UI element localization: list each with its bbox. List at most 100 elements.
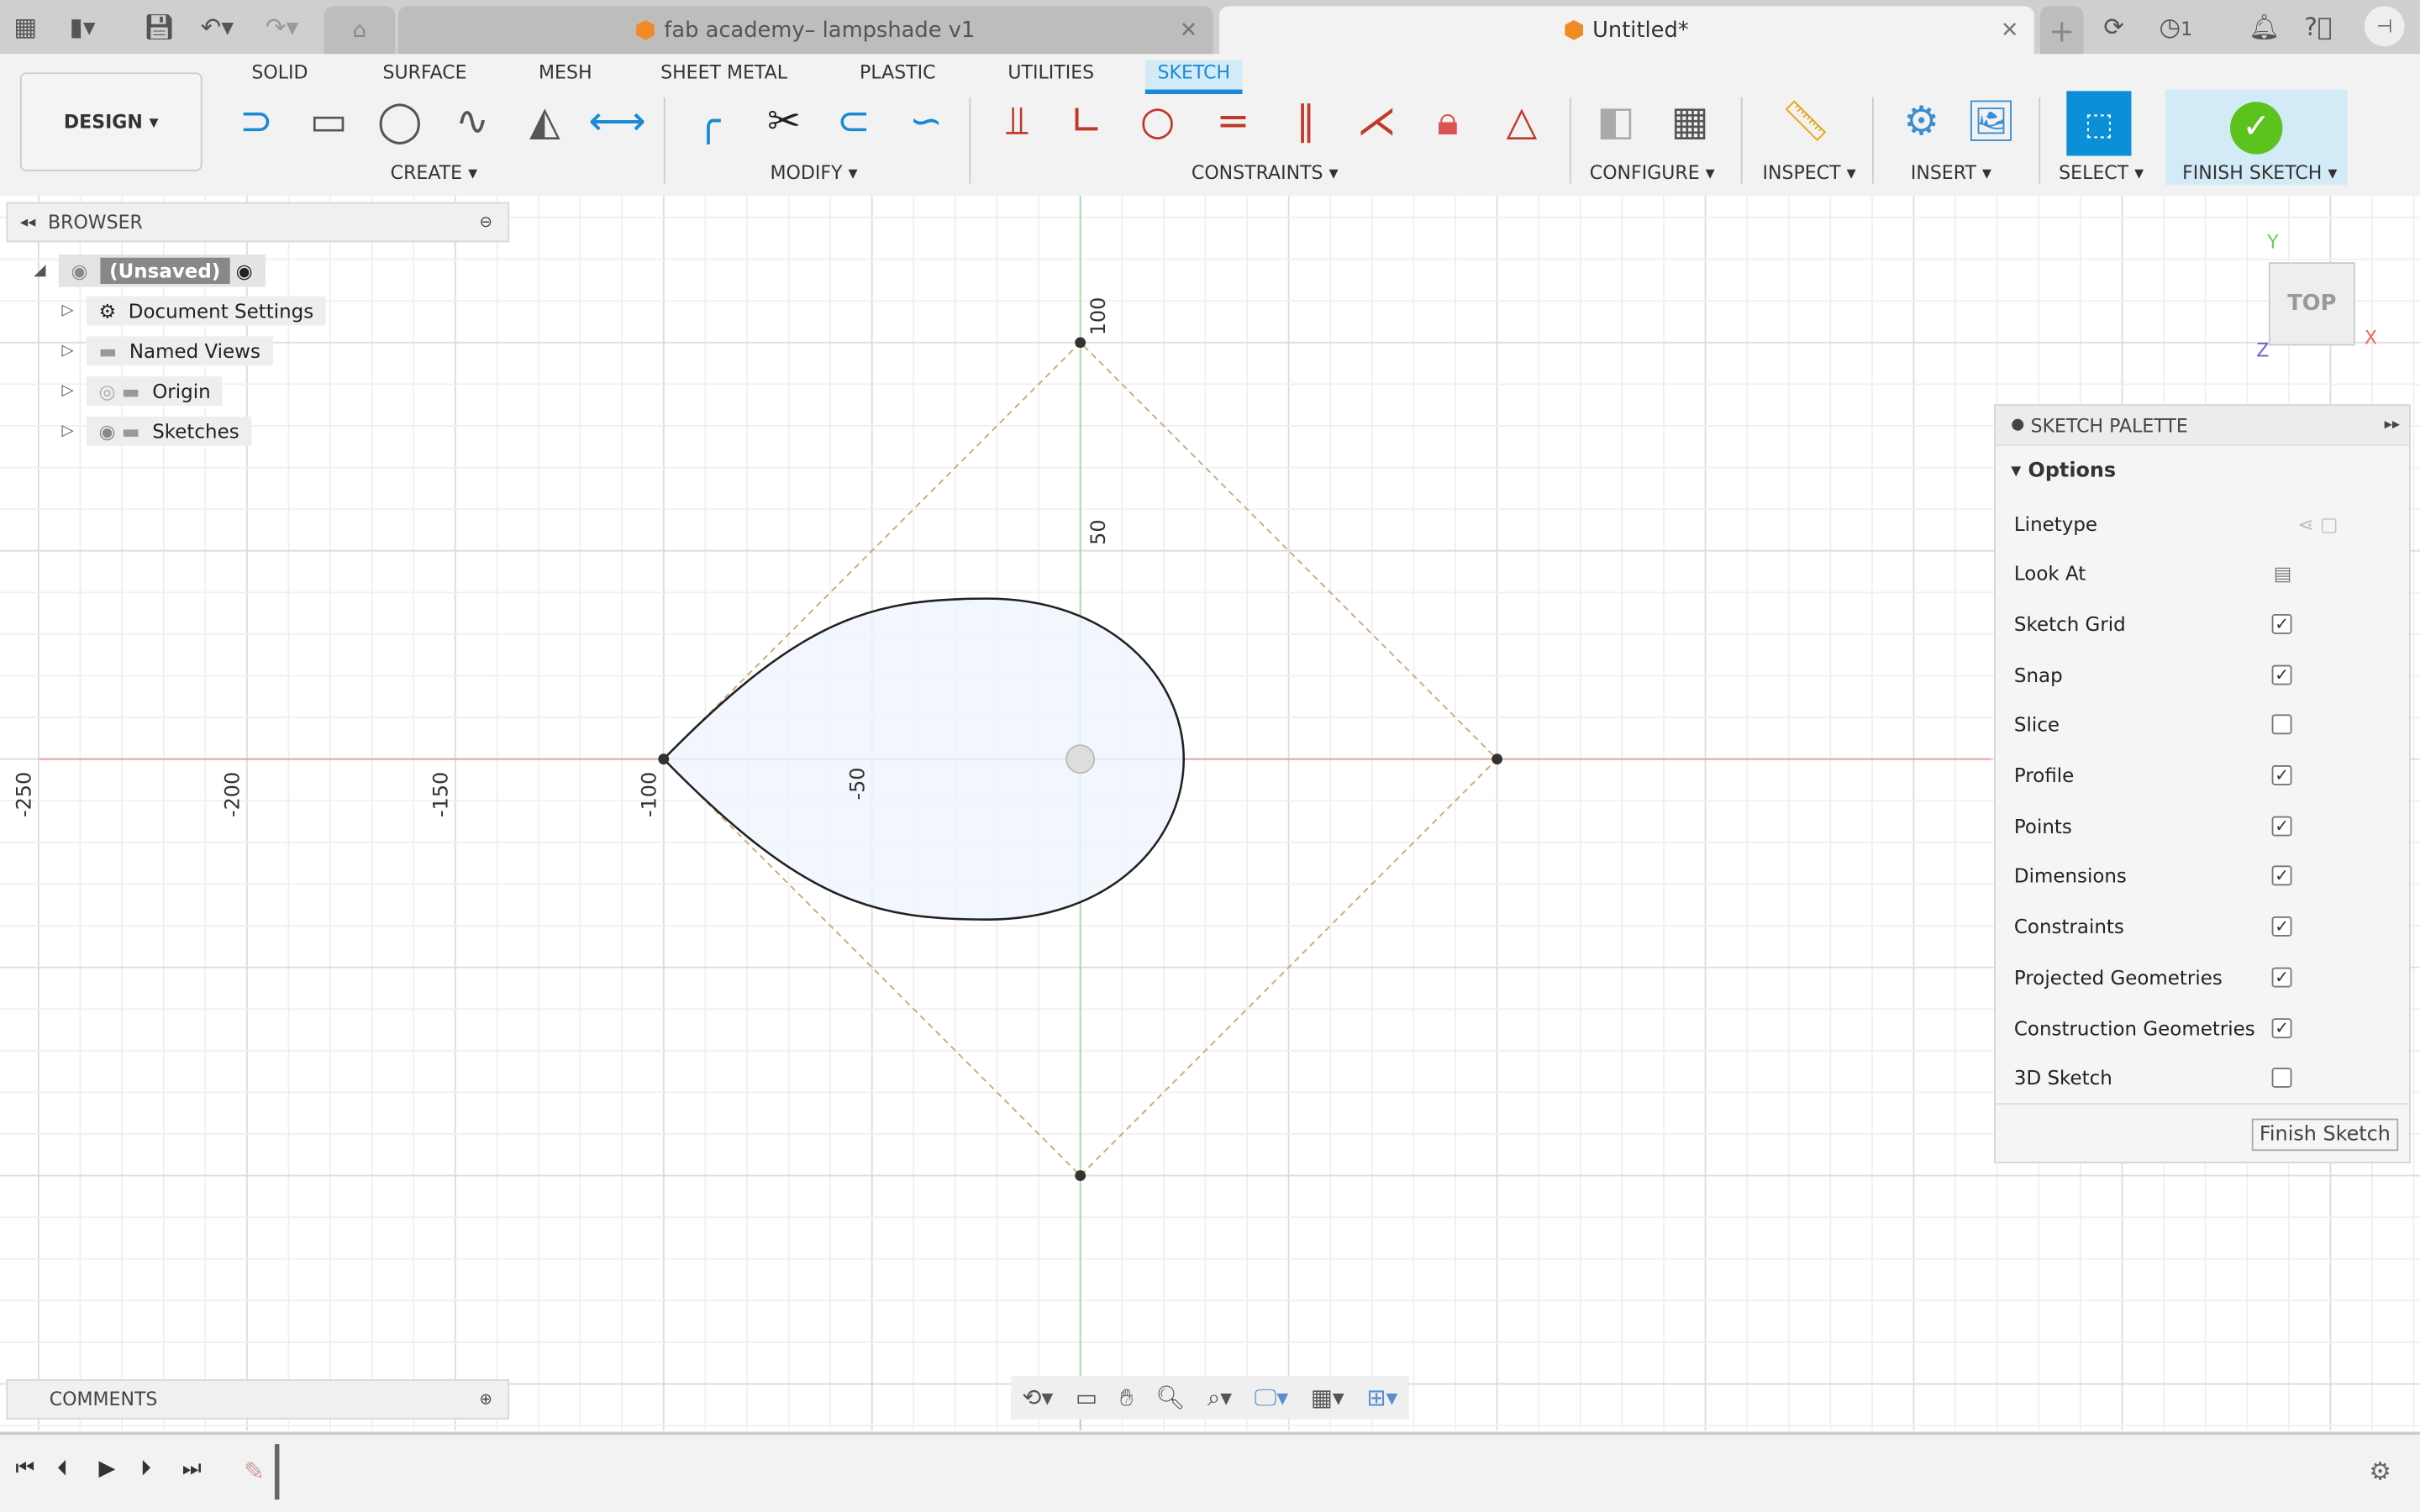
tab-surface[interactable]: SURFACE [383, 60, 467, 94]
insert-image-icon[interactable]: 🖼︎ [1963, 94, 2018, 150]
expand-panel-icon[interactable]: ▸▸ [2385, 417, 2400, 433]
look-at-icon[interactable]: ▭ [1076, 1384, 1097, 1412]
trim-scissors-icon[interactable]: ✂ [756, 94, 812, 150]
fix-constraint-icon[interactable]: ⫫ [989, 94, 1044, 150]
play-icon[interactable]: ▶ [99, 1457, 116, 1481]
checkbox[interactable]: ✓ [2271, 916, 2292, 937]
zoom-icon[interactable]: 🔍︎ [1155, 1384, 1185, 1412]
orbit-icon[interactable]: ⟲▾ [1022, 1384, 1053, 1412]
checkbox[interactable]: ✓ [2271, 816, 2292, 836]
viewports-icon[interactable]: ⊞▾ [1366, 1384, 1397, 1412]
step-forward-icon[interactable]: ⏵︎ [140, 1457, 151, 1481]
fillet-tool-icon[interactable]: ╭ [681, 94, 736, 150]
display-settings-icon[interactable]: 🖵▾ [1255, 1384, 1288, 1412]
select-menu[interactable]: SELECT ▾ [2059, 162, 2144, 184]
add-comment-icon[interactable]: ⊕ [479, 1391, 492, 1408]
parallel-constraint-icon[interactable]: ∥ [1278, 94, 1334, 150]
file-menu-icon[interactable]: ▮▾ [70, 13, 96, 42]
perpendicular-constraint-icon[interactable]: ∟ [1059, 94, 1114, 150]
go-to-start-icon[interactable]: ⏮︎ [15, 1457, 34, 1481]
help-icon[interactable]: ?⃝ [2304, 13, 2332, 42]
tab-untitled[interactable]: Untitled* ✕ [1218, 6, 2034, 55]
notifications-icon[interactable]: 🔔︎ [2249, 13, 2280, 42]
triangle-constraint-icon[interactable]: △ [1494, 94, 1549, 150]
app-grid-icon[interactable]: ▦ [14, 13, 38, 42]
parameters-cube-icon[interactable]: ◧ [1588, 94, 1644, 150]
expanded-triangle-icon[interactable]: ◢ [34, 261, 58, 278]
inspect-menu[interactable]: INSPECT ▾ [1763, 162, 1856, 184]
save-icon[interactable]: 💾︎ [144, 13, 175, 42]
finish-sketch-button[interactable]: ✓ FINISH SKETCH ▾ [2165, 89, 2348, 186]
spline-tool-icon[interactable]: ∿ [445, 94, 500, 150]
grid-settings-icon[interactable]: ▦▾ [1311, 1384, 1344, 1412]
checkbox[interactable] [2271, 1068, 2292, 1089]
undo-icon[interactable]: ↶▾ [201, 13, 234, 42]
job-status-icon[interactable]: ◷1 [2160, 13, 2193, 42]
browser-panel-header[interactable]: ◂◂ BROWSER ⊖ [6, 202, 510, 243]
expand-triangle-icon[interactable]: ▷ [61, 382, 86, 399]
circle-tool-icon[interactable]: ◯ [372, 94, 428, 150]
create-menu[interactable]: CREATE ▾ [391, 162, 477, 184]
settings-gear-icon[interactable]: ⚙ [2369, 1457, 2391, 1486]
go-to-end-icon[interactable]: ⏭︎ [182, 1457, 202, 1481]
sync-icon[interactable]: ⟳ [2103, 13, 2124, 42]
curve-tool-icon[interactable]: ∽ [898, 94, 954, 150]
timeline-marker[interactable] [274, 1444, 280, 1500]
checkbox[interactable]: ✓ [2271, 613, 2292, 634]
select-box-icon[interactable]: ⬚ [2066, 91, 2132, 156]
minimize-icon[interactable]: ● [2011, 417, 2024, 433]
new-tab-button[interactable]: + [2040, 6, 2084, 55]
expand-triangle-icon[interactable]: ▷ [61, 422, 86, 438]
options-section[interactable]: ▾ Options [2011, 459, 2116, 483]
comments-panel-header[interactable]: COMMENTS ⊕ [6, 1379, 510, 1420]
linetype-icon[interactable]: ⋖ ▢ [2297, 512, 2338, 535]
pan-hand-icon[interactable]: ✋︎ [1120, 1384, 1134, 1412]
activate-radio-icon[interactable]: ◉ [236, 259, 253, 282]
offset-tool-icon[interactable]: ⊂ [826, 94, 881, 150]
triangle-tool-icon[interactable]: ◭ [517, 94, 572, 150]
home-tab[interactable]: ⌂ [324, 6, 396, 55]
tree-item-sketches[interactable]: ▷ ◉ ▬ Sketches [61, 413, 252, 447]
workspace-switcher[interactable]: DESIGN ▾ [19, 72, 203, 171]
tree-item-document-settings[interactable]: ▷ ⚙ Document Settings [61, 293, 326, 327]
lock-icon[interactable]: 🔒︎ [1420, 94, 1476, 150]
tab-mesh[interactable]: MESH [539, 60, 592, 94]
tree-item-named-views[interactable]: ▷ ▬ Named Views [61, 333, 273, 367]
tab-sheet-metal[interactable]: SHEET METAL [660, 60, 787, 94]
step-back-icon[interactable]: ⏴︎ [57, 1457, 68, 1481]
sketch-feature-icon[interactable]: ✎ [244, 1457, 265, 1486]
viewcube[interactable]: TOP [2268, 262, 2355, 346]
tree-item-origin[interactable]: ▷ ◎ ▬ Origin [61, 373, 224, 407]
measure-ruler-icon[interactable]: 📏︎ [1778, 94, 1833, 150]
angle-constraint-icon[interactable]: ⋌ [1349, 94, 1404, 150]
insert-bolt-icon[interactable]: ⚙ [1894, 94, 1949, 150]
expand-triangle-icon[interactable]: ▷ [61, 342, 86, 359]
table-icon[interactable]: ▦ [1662, 94, 1718, 150]
redo-icon[interactable]: ↷▾ [266, 13, 298, 42]
tab-plastic[interactable]: PLASTIC [860, 60, 936, 94]
eye-icon[interactable]: ◉ [71, 259, 87, 282]
equal-constraint-icon[interactable]: = [1205, 94, 1260, 150]
tab-lampshade[interactable]: fab academy– lampshade v1 ✕ [397, 6, 1213, 55]
minimize-icon[interactable]: ⊖ [479, 213, 492, 230]
tab-solid[interactable]: SOLID [251, 60, 308, 94]
checkbox[interactable]: ✓ [2271, 664, 2292, 685]
checkbox[interactable]: ✓ [2271, 866, 2292, 886]
tangent-constraint-icon[interactable]: ○ [1129, 94, 1185, 150]
checkbox[interactable]: ✓ [2271, 967, 2292, 988]
tree-item-root[interactable]: ◢ ◉ (Unsaved) ◉ [34, 253, 266, 286]
tab-sketch[interactable]: SKETCH [1144, 60, 1243, 95]
eye-hidden-icon[interactable]: ◎ [99, 379, 116, 402]
configure-menu[interactable]: CONFIGURE ▾ [1590, 162, 1715, 184]
look-at-icon[interactable]: ▤ [2274, 562, 2292, 585]
checkbox[interactable]: ✓ [2271, 765, 2292, 785]
eye-icon[interactable]: ◉ [99, 419, 116, 443]
collapse-icon[interactable]: ◂◂ [20, 213, 35, 230]
checkbox[interactable] [2271, 714, 2292, 735]
fit-window-icon[interactable]: ⌕▾ [1207, 1384, 1232, 1412]
checkbox[interactable]: ✓ [2271, 1017, 2292, 1038]
constraints-menu[interactable]: CONSTRAINTS ▾ [1192, 162, 1339, 184]
tab-utilities[interactable]: UTILITIES [1007, 60, 1094, 94]
finish-sketch-palette-button[interactable]: Finish Sketch [2251, 1118, 2399, 1152]
rectangle-tool-icon[interactable]: ▭ [301, 94, 356, 150]
